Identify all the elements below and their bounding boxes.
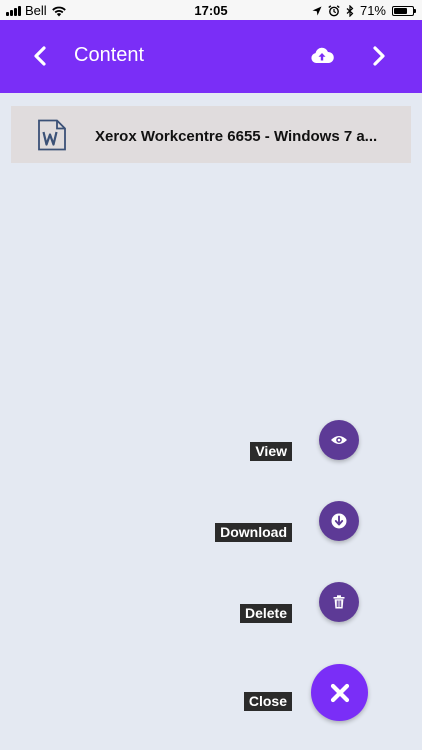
app-header: Content (0, 20, 422, 93)
eye-icon (331, 436, 347, 444)
arrow-down-circle-icon (331, 513, 347, 529)
close-label[interactable]: Close (243, 692, 292, 711)
word-document-icon (38, 119, 66, 151)
forward-button[interactable] (361, 38, 397, 74)
download-label[interactable]: Download (215, 523, 292, 542)
alarm-icon (328, 4, 340, 16)
trash-icon (333, 595, 345, 609)
view-label[interactable]: View (250, 442, 292, 461)
view-button[interactable] (319, 420, 359, 460)
battery-icon (392, 5, 416, 16)
status-bar: Bell 17:05 71% (0, 0, 422, 20)
battery-percent: 71% (359, 3, 386, 18)
bluetooth-icon (346, 4, 354, 17)
upload-button[interactable] (304, 38, 340, 74)
delete-label[interactable]: Delete (239, 604, 292, 623)
file-list-item[interactable]: Xerox Workcentre 6655 - Windows 7 a... (11, 106, 411, 163)
file-name: Xerox Workcentre 6655 - Windows 7 a... (95, 128, 378, 145)
chevron-right-icon (373, 46, 385, 66)
back-button[interactable] (22, 38, 58, 74)
page-title: Content (74, 44, 145, 66)
close-icon (330, 683, 349, 702)
download-button[interactable] (319, 501, 359, 541)
status-right: 71% (312, 3, 416, 18)
close-menu-button[interactable] (311, 664, 368, 721)
location-icon (312, 6, 322, 15)
chevron-left-icon (34, 46, 46, 66)
delete-button[interactable] (319, 582, 359, 622)
cloud-upload-icon (311, 47, 334, 63)
